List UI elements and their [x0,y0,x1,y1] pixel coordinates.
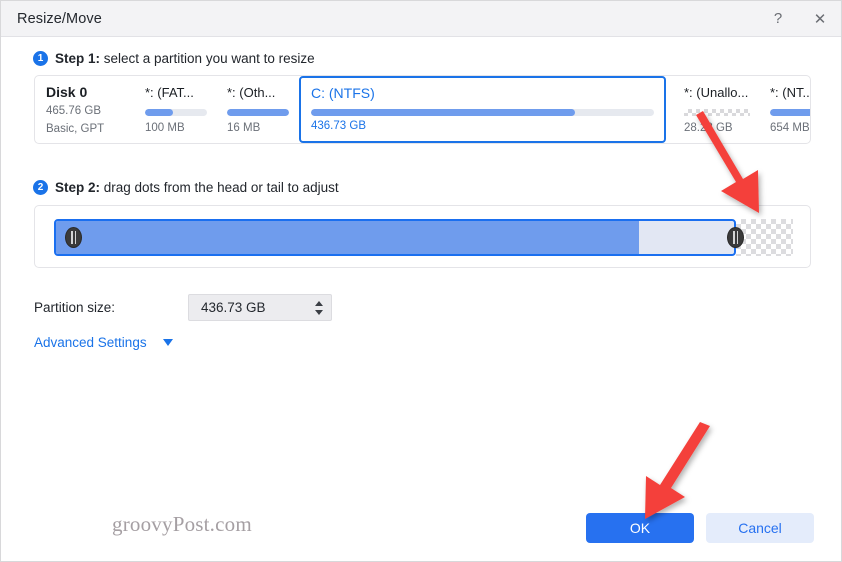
partition-size-value: 436.73 GB [201,300,266,315]
step-1-text: select a partition you want to resize [100,50,315,66]
chevron-down-icon[interactable] [162,339,173,346]
disk-capacity: 465.76 GB [46,105,101,117]
partition-name: C: (NTFS) [311,85,375,101]
caret-down-icon[interactable] [315,309,323,315]
step-2-heading: 2 Step 2: drag dots from the head or tai… [33,177,339,197]
right-drag-handle[interactable] [728,228,743,247]
watermark: groovyPost.com [112,512,252,536]
step-1-heading: 1 Step 1: select a partition you want to… [33,48,315,68]
partition-item-unallocated[interactable]: *: (Unallo... 28.28 GB [674,76,760,143]
partition-size: 436.73 GB [311,120,366,132]
step-2-prefix: Step 2: [55,179,101,195]
partition-usage-bar [770,109,810,116]
step-2-text: drag dots from the head or tail to adjus… [100,179,339,195]
partition-item-fat[interactable]: *: (FAT... 100 MB [135,76,217,143]
partition-usage-bar-unallocated [684,109,750,116]
partition-size: 654 MB [770,122,810,134]
resize-slider-track[interactable] [54,219,793,256]
partition-usage-bar [145,109,207,116]
partition-size-row: Partition size: 436.73 GB [34,294,332,321]
advanced-settings-toggle[interactable]: Advanced Settings [34,335,173,350]
partition-size: 28.28 GB [684,122,733,134]
step-2-label: Step 2: drag dots from the head or tail … [55,180,339,195]
partition-map: Disk 0 465.76 GB Basic, GPT *: (FAT... 1… [34,75,811,144]
partition-item-nt[interactable]: *: (NT... 654 MB [760,76,811,143]
title-bar: Resize/Move ? ✕ [1,1,841,37]
cancel-button[interactable]: Cancel [706,513,814,543]
slider-partition-region[interactable] [54,219,736,256]
partition-name: *: (Oth... [227,85,276,100]
arrow-pointing-to-ok-button [645,422,710,519]
partition-usage-bar [227,109,289,116]
partition-size: 100 MB [145,122,185,134]
partition-item-c-ntfs[interactable]: C: (NTFS) 436.73 GB [299,76,666,143]
close-icon[interactable]: ✕ [799,1,841,37]
window-title: Resize/Move [17,10,102,27]
window-controls: ? ✕ [757,1,841,37]
partition-name: *: (NT... [770,85,811,100]
partition-size: 16 MB [227,122,261,134]
partition-size-input[interactable]: 436.73 GB [188,294,332,321]
partition-name: *: (FAT... [145,85,194,100]
partition-size-stepper[interactable] [315,295,323,320]
resize-slider-container [34,205,811,268]
caret-up-icon[interactable] [315,300,323,306]
disk-type: Basic, GPT [46,123,105,135]
slider-unallocated-region [736,219,793,256]
slider-used-space [56,221,639,254]
partition-name: *: (Unallo... [684,85,749,100]
resize-move-dialog: Resize/Move ? ✕ 1 Step 1: select a parti… [0,0,842,562]
ok-button[interactable]: OK [586,513,694,543]
advanced-settings-label: Advanced Settings [34,335,147,350]
partition-item-other[interactable]: *: (Oth... 16 MB [217,76,299,143]
disk-name: Disk 0 [46,84,88,100]
partition-usage-bar [311,109,654,116]
step-2-badge: 2 [33,179,48,195]
partition-size-label: Partition size: [34,300,116,315]
left-drag-handle[interactable] [66,228,81,247]
help-icon[interactable]: ? [757,1,799,37]
disk-info: Disk 0 465.76 GB Basic, GPT [35,76,135,143]
step-1-prefix: Step 1: [55,50,101,66]
step-1-badge: 1 [33,50,48,66]
step-1-label: Step 1: select a partition you want to r… [55,51,315,66]
